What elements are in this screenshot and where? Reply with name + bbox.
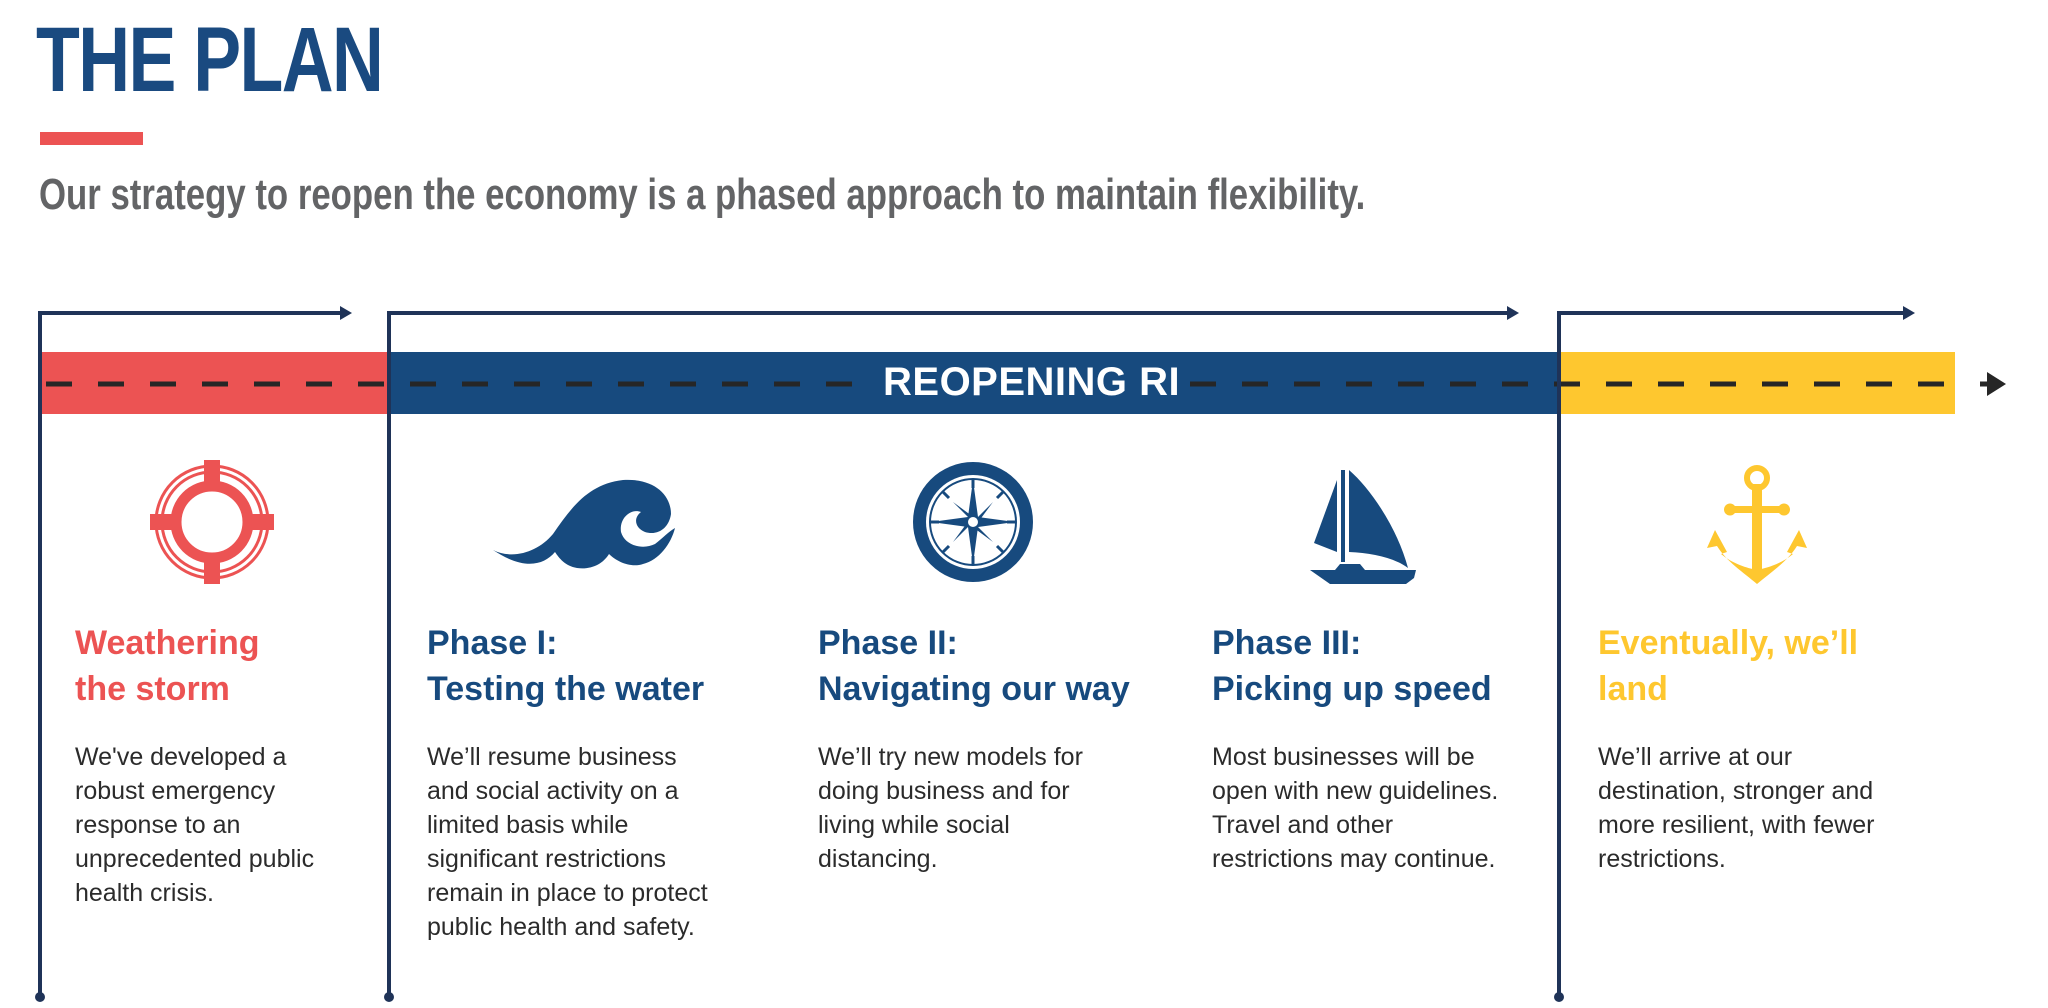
stage-heading-line2: Picking up speed xyxy=(1212,670,1492,708)
stage-heading: Phase III: Picking up speed xyxy=(1212,620,1552,712)
stage-description-line: We’ll arrive at our xyxy=(1598,743,1793,771)
stage-description-line: remain in place to protect xyxy=(427,879,708,907)
stage-description-line: destination, stronger and xyxy=(1598,777,1874,805)
stage-description-line: We’ll resume business xyxy=(427,743,677,771)
stage-description-line: living while social xyxy=(818,811,1010,839)
stage-heading-line2: land xyxy=(1598,670,1668,708)
anchor-icon xyxy=(1707,465,1807,584)
stage-description-line: We've developed a xyxy=(75,743,287,771)
stage-heading: Phase I: Testing the water xyxy=(427,620,767,712)
path-arrow-head-icon xyxy=(1987,372,2006,396)
stage-description-line: Most businesses will be xyxy=(1212,743,1475,771)
stage-heading: Eventually, we’ll land xyxy=(1598,620,1938,712)
stage-description-line: health crisis. xyxy=(75,879,214,907)
stage-heading-line2: Navigating our way xyxy=(818,670,1130,708)
stage-description-line: limited basis while xyxy=(427,811,629,839)
stage-description-line: Travel and other xyxy=(1212,811,1394,839)
stage-heading-line1: Phase I: xyxy=(427,624,558,662)
stage-description-line: response to an xyxy=(75,811,241,839)
stage-weathering-the-storm: Weathering the storm We've developed a r… xyxy=(75,620,415,910)
stage-description: We’ll try new models for doing business … xyxy=(818,740,1158,876)
stage-phase-2: Phase II: Navigating our way We’ll try n… xyxy=(818,620,1158,876)
wave-icon xyxy=(493,479,675,569)
stage-description-line: significant restrictions xyxy=(427,845,666,873)
stage-heading: Weathering the storm xyxy=(75,620,415,712)
stage-heading-line2: the storm xyxy=(75,670,230,708)
stage-description-line: We’ll try new models for xyxy=(818,743,1083,771)
stage-description: Most businesses will be open with new gu… xyxy=(1212,740,1552,876)
band-label-reopening-ri: REOPENING RI xyxy=(875,360,1189,404)
stage-eventually-land: Eventually, we’ll land We’ll arrive at o… xyxy=(1598,620,1938,876)
stage-description-line: restrictions. xyxy=(1598,845,1726,873)
stage-description-line: restrictions may continue. xyxy=(1212,845,1496,873)
stage-description-line: doing business and for xyxy=(818,777,1070,805)
stage-description-line: unprecedented public xyxy=(75,845,315,873)
stage-description: We’ll resume business and social activit… xyxy=(427,740,767,944)
stage-description-line: robust emergency xyxy=(75,777,276,805)
stage-description-line: more resilient, with fewer xyxy=(1598,811,1875,839)
stage-heading-line1: Phase III: xyxy=(1212,624,1362,662)
stage-heading-line1: Phase II: xyxy=(818,624,958,662)
stage-phase-3: Phase III: Picking up speed Most busines… xyxy=(1212,620,1552,876)
stage-heading: Phase II: Navigating our way xyxy=(818,620,1158,712)
stage-description: We’ll arrive at our destination, stronge… xyxy=(1598,740,1938,876)
stage-description-line: distancing. xyxy=(818,845,938,873)
stage-heading-line2: Testing the water xyxy=(427,670,705,708)
stage-phase-1: Phase I: Testing the water We’ll resume … xyxy=(427,620,767,944)
life-ring-icon xyxy=(150,460,274,584)
sailboat-icon xyxy=(1310,470,1416,584)
stage-description-line: and social activity on a xyxy=(427,777,679,805)
stage-heading-line1: Eventually, we’ll xyxy=(1598,624,1859,662)
stage-description: We've developed a robust emergency respo… xyxy=(75,740,415,910)
stage-description-line: open with new guidelines. xyxy=(1212,777,1499,805)
compass-icon xyxy=(913,462,1033,582)
stage-heading-line1: Weathering xyxy=(75,624,260,662)
stage-description-line: public health and safety. xyxy=(427,913,695,941)
